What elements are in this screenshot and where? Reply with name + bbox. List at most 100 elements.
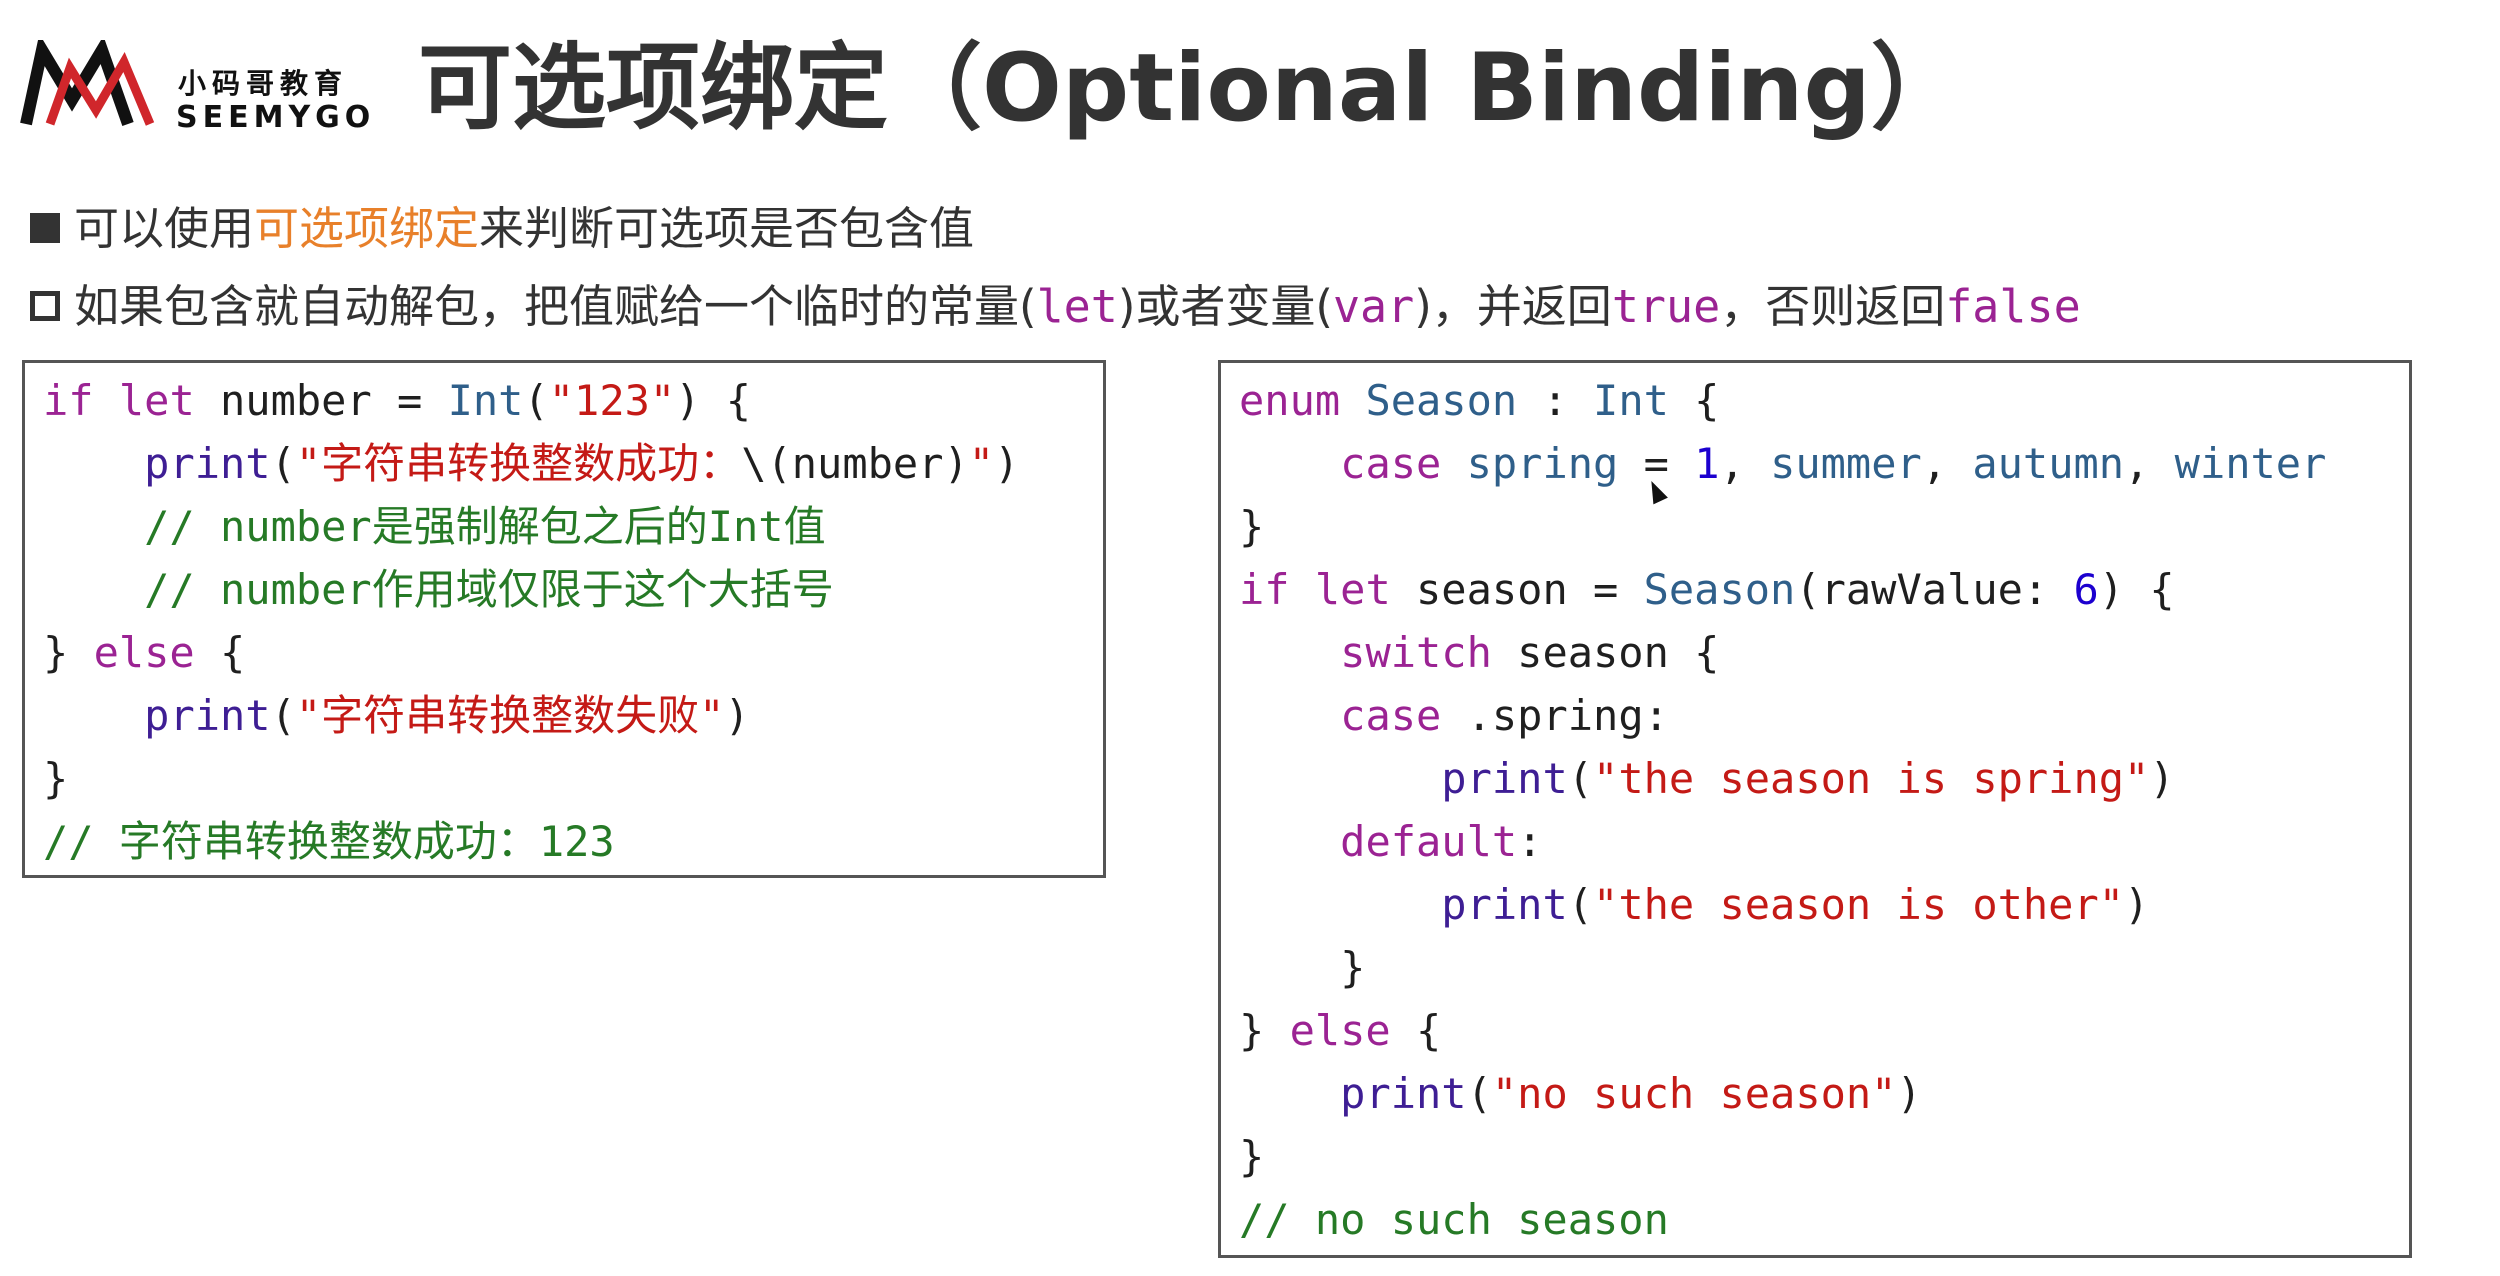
code-line: } — [43, 749, 68, 809]
code-line: print("字符串转换整数失败") — [43, 686, 750, 746]
code-token: else — [93, 628, 195, 677]
logo-text-cn: 小码哥教育 — [178, 67, 349, 100]
code-token: else — [1289, 1006, 1391, 1055]
code-line: switch season { — [1239, 623, 1719, 683]
code-token: ( — [270, 691, 296, 740]
code-token: let — [118, 376, 195, 425]
code-line: print("the season is other") — [1239, 875, 2149, 935]
bullet-point-2: 如果包含就自动解包，把值赋给一个临时的常量(let)或者变量(var)，并返回t… — [30, 270, 2081, 335]
logo-m-icon — [20, 40, 155, 126]
code-token: // no such season — [1239, 1195, 1669, 1244]
slide-header: 小码哥教育 SEEMYGO 可选项绑定（Optional Binding） — [0, 0, 2500, 160]
code-token: Int — [1593, 376, 1669, 425]
code-token: .spring: — [1441, 691, 1669, 740]
code-line: // number作用域仅限于这个大括号 — [43, 560, 834, 620]
code-line: // 字符串转换整数成功：123 — [43, 812, 615, 872]
code-token: ) { — [675, 376, 752, 425]
bullet-2-text-1: 如果包含就自动解包，把值赋给一个临时的常量( — [74, 280, 1037, 333]
bullet-2-text-4: ，否则返回 — [1720, 280, 1946, 333]
code-token: 6 — [2073, 565, 2099, 614]
bullet-2-text-3: )，并返回 — [1414, 280, 1612, 333]
code-token: "the season is other" — [1593, 880, 2125, 929]
code-line: // number是强制解包之后的Int值 — [43, 497, 826, 557]
code-block-optional-int: if let number = Int("123") { print("字符串转… — [22, 360, 1106, 878]
code-token: print — [144, 691, 271, 740]
code-token: : — [1517, 376, 1594, 425]
code-token: (rawValue: — [1795, 565, 2074, 614]
code-token: , — [1921, 439, 1973, 488]
code-token: Season — [1643, 565, 1796, 614]
code-token: print — [1441, 754, 1568, 803]
code-token: case — [1340, 691, 1442, 740]
code-token: "the season is spring" — [1593, 754, 2150, 803]
code-line: case spring = 1, summer, autumn, winter — [1239, 434, 2326, 494]
code-token: autumn — [1972, 439, 2125, 488]
code-token: "字符串转换整数失败" — [295, 691, 725, 740]
code-token: ) — [2124, 880, 2150, 929]
code-token: , — [2124, 439, 2175, 488]
code-token: { — [1668, 376, 1720, 425]
code-token: let — [1314, 565, 1391, 614]
code-line: } — [1239, 497, 1264, 557]
code-token: " — [968, 439, 995, 488]
code-token: } — [1239, 943, 1366, 992]
code-token: \(number) — [741, 439, 969, 488]
code-token: print — [144, 439, 271, 488]
code-token: } — [1239, 502, 1265, 551]
bullet-2-text-2: )或者变量( — [1117, 280, 1333, 333]
code-token: if — [43, 376, 94, 425]
code-block-enum-season: enum Season : Int { case spring = 1, sum… — [1218, 360, 2412, 1258]
bullet-2-var: var — [1332, 280, 1415, 333]
bullet-1-suffix: 来判断可选项是否包含值 — [479, 202, 975, 255]
slide-title: 可选项绑定（Optional Binding） — [418, 34, 1965, 143]
code-token: print — [1340, 1069, 1467, 1118]
code-line: } else { — [43, 623, 245, 683]
filled-square-bullet-icon — [30, 213, 60, 243]
code-token: } — [43, 628, 94, 677]
code-token: spring — [1466, 439, 1619, 488]
code-token: "字符串转换整数成功： — [295, 439, 742, 488]
code-token: ) — [724, 691, 750, 740]
code-token: "123" — [548, 376, 676, 425]
code-token: Int — [447, 376, 524, 425]
code-token: } — [43, 754, 69, 803]
brand-logo: 小码哥教育 SEEMYGO — [20, 40, 370, 140]
bullet-point-1: 可以使用可选项绑定来判断可选项是否包含值 — [30, 192, 974, 257]
code-token: case — [1340, 439, 1442, 488]
code-line: print("no such season") — [1239, 1064, 1922, 1124]
code-token: } — [1239, 1132, 1265, 1181]
code-line: enum Season : Int { — [1239, 371, 1719, 431]
code-token: // number作用域仅限于这个大括号 — [43, 565, 834, 614]
code-token: default — [1340, 817, 1518, 866]
code-token: if — [1239, 565, 1290, 614]
code-token: // number是强制解包之后的Int值 — [43, 502, 826, 551]
code-token: // 字符串转换整数成功：123 — [43, 817, 615, 866]
code-token: { — [1390, 1006, 1442, 1055]
code-token: } — [1239, 1006, 1290, 1055]
bullet-2-let: let — [1036, 280, 1118, 333]
logo-text-en: SEEMYGO — [176, 100, 376, 135]
code-line: default: — [1239, 812, 1542, 872]
code-token: number = — [194, 376, 448, 425]
code-token: summer — [1770, 439, 1922, 488]
code-line: print("the season is spring") — [1239, 749, 2174, 809]
code-token: ( — [270, 439, 296, 488]
bullet-2-false: false — [1945, 280, 2081, 333]
code-token: Season — [1365, 376, 1518, 425]
code-token: print — [1441, 880, 1568, 929]
code-token: switch — [1340, 628, 1492, 677]
code-line: print("字符串转换整数成功：\(number)") — [43, 434, 1019, 494]
code-token: , — [1719, 439, 1771, 488]
code-line: if let season = Season(rawValue: 6) { — [1239, 560, 2175, 620]
code-token: ) — [1896, 1069, 1922, 1118]
